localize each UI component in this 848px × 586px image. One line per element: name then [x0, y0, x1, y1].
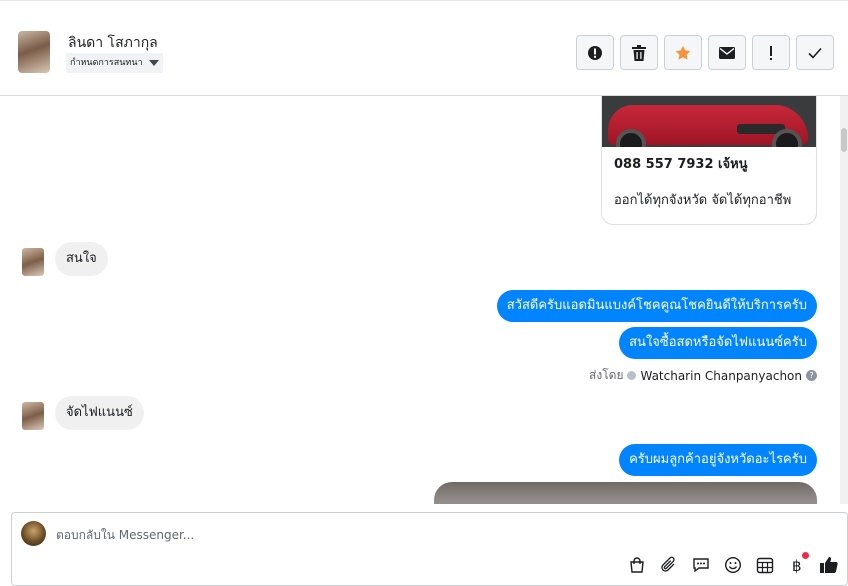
card-description: ออกได้ทุกจังหวัด จัดได้ทุกอาชีพ — [614, 193, 792, 208]
appointment-icon[interactable] — [755, 555, 775, 575]
check-circle-icon — [627, 371, 637, 380]
card-title: 088 557 7932 เจ้หนู — [614, 157, 748, 172]
delete-button[interactable] — [620, 35, 658, 70]
sent-by-label: ส่งโดย — [589, 368, 624, 382]
car-photo — [602, 96, 816, 147]
shop-bag-icon[interactable] — [627, 555, 647, 575]
help-icon[interactable]: ? — [806, 370, 817, 381]
assign-conversation-dropdown[interactable]: กำหนดการสนทนา — [66, 53, 163, 73]
reply-input[interactable] — [56, 525, 656, 545]
mark-done-button[interactable] — [796, 35, 834, 70]
contact-avatar[interactable] — [18, 31, 50, 73]
trash-icon — [632, 44, 646, 61]
assign-label: กำหนดการสนทนา — [70, 58, 143, 68]
follow-up-button[interactable] — [752, 35, 790, 70]
mark-unread-button[interactable] — [708, 35, 746, 70]
message-incoming: จัดไฟแนนซ์ — [55, 396, 144, 430]
star-button[interactable] — [664, 35, 702, 70]
checkmark-icon — [808, 47, 822, 59]
reply-composer: ฿ — [11, 512, 848, 586]
message-incoming: สนใจ — [55, 242, 108, 276]
notification-badge — [802, 552, 809, 559]
thread-scrollbar[interactable] — [840, 96, 848, 504]
contact-avatar-small — [22, 248, 44, 276]
mark-spam-button[interactable] — [576, 35, 614, 70]
attachment-icon[interactable] — [659, 555, 679, 575]
payment-baht-icon[interactable]: ฿ — [787, 552, 809, 575]
message-thread: 088 557 7932 เจ้หนู ออกได้ทุกจังหวัด จัด… — [0, 96, 848, 504]
star-icon — [675, 45, 691, 60]
exclamation-icon — [770, 45, 772, 60]
emoji-icon[interactable] — [723, 555, 743, 575]
alert-circle-icon — [588, 45, 602, 60]
contact-name[interactable]: ลินดา โสภากุล — [68, 32, 158, 54]
svg-text:฿: ฿ — [792, 557, 802, 574]
message-outgoing: สวัสดีครับแอดมินแบงค์โชคคูณโชคยินดีให้บร… — [496, 290, 817, 322]
ad-card[interactable]: 088 557 7932 เจ้หนู ออกได้ทุกจังหวัด จัด… — [601, 96, 817, 225]
envelope-icon — [719, 46, 735, 59]
saved-reply-icon[interactable] — [691, 555, 711, 575]
conversation-header: ลินดา โสภากุล กำหนดการสนทนา — [0, 0, 848, 96]
sent-by-name[interactable]: Watcharin Chanpanyachon — [640, 369, 802, 383]
message-outgoing: ครับผมลูกค้าอยู่จังหวัดอะไรครับ — [619, 444, 817, 476]
image-attachment[interactable] — [434, 482, 817, 504]
contact-avatar-small — [22, 402, 44, 430]
sent-by-info: ส่งโดย Watcharin Chanpanyachon ? — [589, 366, 817, 385]
composer-tools: ฿ — [627, 552, 839, 575]
caret-down-icon — [148, 60, 159, 66]
message-outgoing: สนใจซื้อสดหรือจัดไฟแนนซ์ครับ — [619, 327, 817, 359]
conversation-actions — [576, 35, 834, 70]
page-avatar — [21, 521, 46, 546]
thumbs-up-icon[interactable] — [819, 555, 839, 575]
